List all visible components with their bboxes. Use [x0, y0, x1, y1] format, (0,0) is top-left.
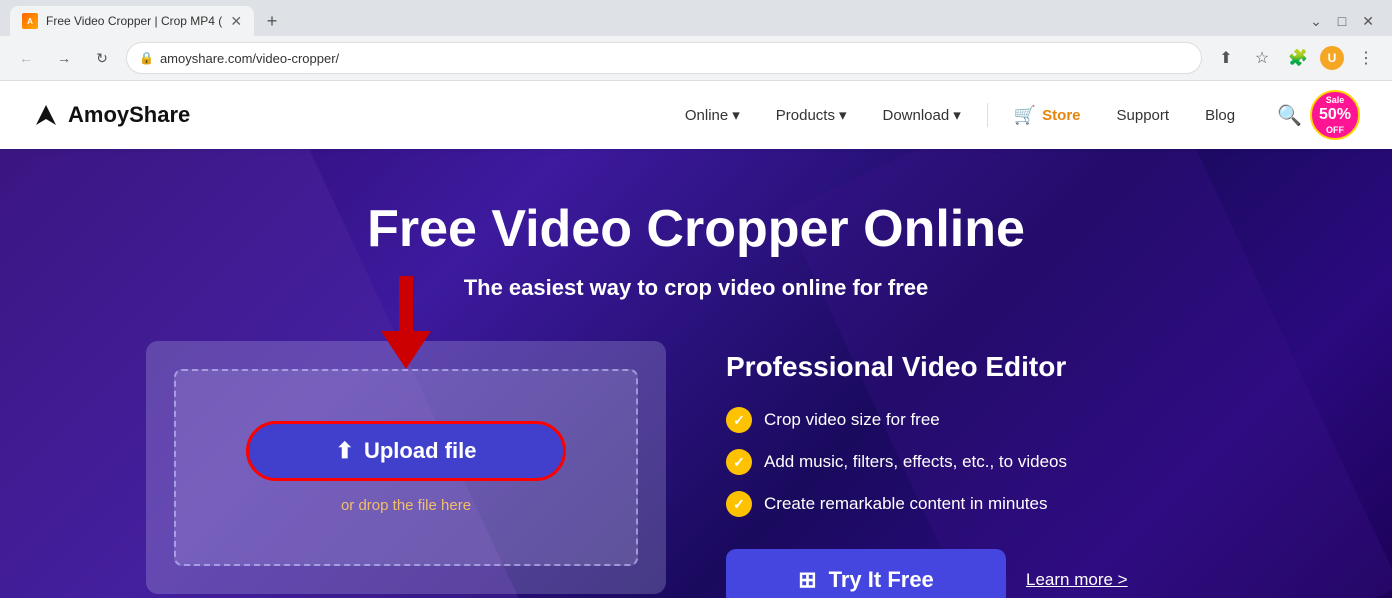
- nav-store-label: Store: [1042, 107, 1080, 124]
- hero-section: Free Video Cropper Online The easiest wa…: [0, 149, 1392, 598]
- sale-off-label: OFF: [1326, 125, 1344, 136]
- feature-label-2: Add music, filters, effects, etc., to vi…: [764, 452, 1067, 472]
- upload-btn-label: Upload file: [364, 438, 476, 464]
- upload-panel: ⬆ Upload file or drop the file here: [146, 341, 666, 594]
- nav-links: Online ▾ Products ▾ Download ▾ 🛒 Store S…: [671, 97, 1249, 134]
- check-icon-1: ✓: [726, 407, 752, 433]
- reload-button[interactable]: ↻: [88, 44, 116, 72]
- website-content: AmoyShare Online ▾ Products ▾ Download ▾…: [0, 81, 1392, 598]
- drop-text: or drop the file here: [341, 497, 471, 514]
- maximize-button[interactable]: □: [1338, 13, 1346, 29]
- nav-download-label: Download: [883, 107, 950, 124]
- lock-icon: 🔒: [139, 51, 154, 65]
- address-bar: ← → ↻ 🔒 amoyshare.com/video-cropper/ ⬆ ☆…: [0, 36, 1392, 80]
- arrow-head: [381, 331, 431, 369]
- logo-text: AmoyShare: [68, 102, 190, 128]
- nav-store[interactable]: 🛒 Store: [1000, 97, 1095, 134]
- hero-title: Free Video Cropper Online: [367, 199, 1025, 259]
- nav-blog[interactable]: Blog: [1191, 99, 1249, 132]
- nav-online-label: Online: [685, 107, 728, 124]
- sale-badge[interactable]: Sale 50% OFF: [1310, 90, 1360, 140]
- right-panel-title: Professional Video Editor: [726, 351, 1246, 383]
- nav-online[interactable]: Online ▾: [671, 98, 754, 132]
- upload-file-button[interactable]: ⬆ Upload file: [246, 421, 566, 481]
- nav-products[interactable]: Products ▾: [762, 98, 861, 132]
- browser-chrome: A Free Video Cropper | Crop MP4 ( ✕ + ⌄ …: [0, 0, 1392, 81]
- hero-subtitle: The easiest way to crop video online for…: [464, 275, 929, 301]
- cta-row: ⊞ Try It Free Learn more >: [726, 549, 1246, 598]
- nav-products-label: Products: [776, 107, 835, 124]
- browser-actions: ⬆ ☆ 🧩 U ⋮: [1212, 44, 1380, 72]
- nav-download-chevron: ▾: [953, 106, 961, 124]
- hero-content: ⬆ Upload file or drop the file here Prof…: [146, 341, 1246, 598]
- back-button[interactable]: ←: [12, 44, 40, 72]
- feature-item-3: ✓ Create remarkable content in minutes: [726, 491, 1246, 517]
- nav-download[interactable]: Download ▾: [869, 98, 975, 132]
- windows-icon: ⊞: [798, 567, 816, 593]
- feature-item-2: ✓ Add music, filters, effects, etc., to …: [726, 449, 1246, 475]
- logo-icon: [32, 101, 60, 129]
- upload-dropzone[interactable]: ⬆ Upload file or drop the file here: [174, 369, 638, 566]
- active-tab[interactable]: A Free Video Cropper | Crop MP4 ( ✕: [10, 6, 254, 36]
- share-button[interactable]: ⬆: [1212, 44, 1240, 72]
- minimize-button[interactable]: ⌄: [1310, 13, 1322, 30]
- try-free-button[interactable]: ⊞ Try It Free: [726, 549, 1006, 598]
- check-icon-3: ✓: [726, 491, 752, 517]
- learn-more-link[interactable]: Learn more >: [1026, 570, 1128, 590]
- feature-label-1: Crop video size for free: [764, 410, 940, 430]
- tab-close-button[interactable]: ✕: [230, 13, 242, 30]
- tab-title: Free Video Cropper | Crop MP4 (: [46, 14, 222, 28]
- arrow-stem: [399, 276, 413, 331]
- sale-percentage: 50%: [1319, 105, 1351, 124]
- menu-button[interactable]: ⋮: [1352, 44, 1380, 72]
- try-free-label: Try It Free: [829, 567, 934, 593]
- upload-icon: ⬆: [336, 438, 354, 464]
- check-icon-2: ✓: [726, 449, 752, 475]
- new-tab-button[interactable]: +: [258, 7, 286, 35]
- arrow-indicator: [381, 276, 431, 369]
- window-controls: ⌄ □ ✕: [1310, 13, 1382, 30]
- nav-divider: [987, 103, 988, 127]
- cart-icon: 🛒: [1014, 105, 1036, 126]
- sale-label: Sale: [1326, 95, 1345, 106]
- extensions-button[interactable]: 🧩: [1284, 44, 1312, 72]
- feature-label-3: Create remarkable content in minutes: [764, 494, 1047, 514]
- right-panel: Professional Video Editor ✓ Crop video s…: [726, 341, 1246, 598]
- tab-favicon: A: [22, 13, 38, 29]
- nav-online-chevron: ▾: [732, 106, 740, 124]
- nav-products-chevron: ▾: [839, 106, 847, 124]
- tab-bar: A Free Video Cropper | Crop MP4 ( ✕ + ⌄ …: [0, 0, 1392, 36]
- close-window-button[interactable]: ✕: [1362, 13, 1374, 30]
- profile-button[interactable]: U: [1320, 46, 1344, 70]
- logo[interactable]: AmoyShare: [32, 101, 190, 129]
- nav-support[interactable]: Support: [1103, 99, 1184, 132]
- navbar: AmoyShare Online ▾ Products ▾ Download ▾…: [0, 81, 1392, 149]
- search-icon[interactable]: 🔍: [1269, 95, 1310, 136]
- nav-blog-label: Blog: [1205, 107, 1235, 124]
- feature-item-1: ✓ Crop video size for free: [726, 407, 1246, 433]
- url-bar[interactable]: 🔒 amoyshare.com/video-cropper/: [126, 42, 1202, 74]
- forward-button[interactable]: →: [50, 44, 78, 72]
- bookmark-button[interactable]: ☆: [1248, 44, 1276, 72]
- nav-support-label: Support: [1117, 107, 1170, 124]
- feature-list: ✓ Crop video size for free ✓ Add music, …: [726, 407, 1246, 517]
- url-text: amoyshare.com/video-cropper/: [160, 51, 339, 66]
